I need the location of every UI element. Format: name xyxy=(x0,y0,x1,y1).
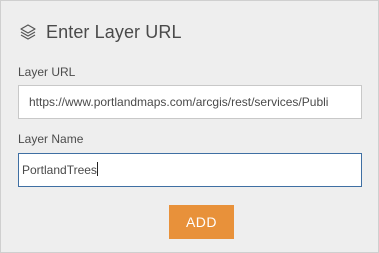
layer-name-label: Layer Name xyxy=(18,132,84,146)
layer-name-input[interactable]: PortlandTrees xyxy=(18,153,362,187)
add-button[interactable]: ADD xyxy=(169,205,234,239)
layer-url-label: Layer URL xyxy=(18,65,76,79)
panel-title: Enter Layer URL xyxy=(46,21,182,42)
panel-header: Enter Layer URL xyxy=(18,18,182,46)
layer-url-input[interactable]: https://www.portlandmaps.com/arcgis/rest… xyxy=(18,85,362,119)
text-caret xyxy=(96,162,98,176)
layers-icon xyxy=(18,22,38,42)
enter-layer-url-panel: Enter Layer URL Layer URL https://www.po… xyxy=(0,0,379,253)
layer-name-value: PortlandTrees xyxy=(22,163,97,177)
